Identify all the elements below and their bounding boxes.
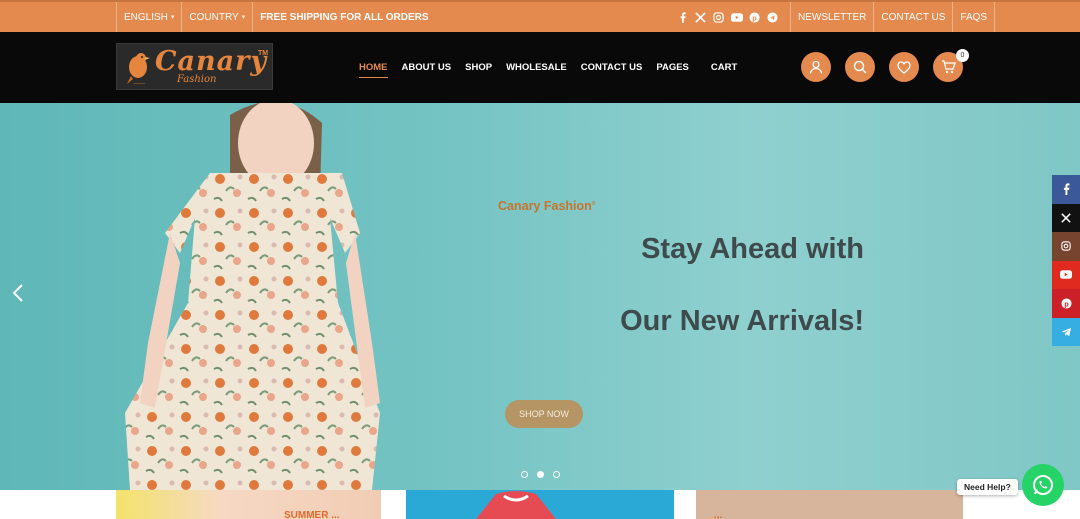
language-label: ENGLISH	[124, 11, 168, 23]
slider-dots	[521, 471, 560, 478]
search-icon	[853, 60, 867, 74]
pinterest-icon[interactable]: p	[748, 11, 761, 24]
country-label: COUNTRY	[189, 11, 239, 23]
side-x-button[interactable]	[1052, 203, 1080, 232]
side-facebook-button[interactable]	[1052, 175, 1080, 204]
nav-shop[interactable]: SHOP	[465, 58, 492, 77]
chevron-down-icon: ▾	[241, 14, 246, 21]
faqs-link[interactable]: FAQS	[953, 2, 996, 32]
slider-dot-1[interactable]	[521, 471, 528, 478]
facebook-icon	[1063, 183, 1069, 196]
card-3-label: ...	[714, 510, 723, 519]
top-social-links: p	[676, 2, 779, 32]
x-icon	[1061, 213, 1071, 223]
instagram-icon[interactable]	[712, 11, 725, 24]
cart-icon	[941, 60, 956, 74]
nav-cart[interactable]: CART	[711, 58, 737, 77]
shipping-notice: FREE SHIPPING FOR ALL ORDERS	[260, 11, 429, 23]
side-telegram-button[interactable]	[1052, 317, 1080, 346]
slider-dot-2[interactable]	[537, 471, 544, 478]
heart-icon	[897, 60, 911, 74]
main-header: Canary Fashion TM HOME ABOUT US SHOP WHO…	[0, 32, 1080, 103]
newsletter-link[interactable]: NEWSLETTER	[791, 2, 875, 32]
main-nav: HOME ABOUT US SHOP WHOLESALE CONTACT US …	[359, 32, 751, 103]
cart-button[interactable]: 0	[933, 49, 969, 82]
telegram-icon[interactable]	[766, 11, 779, 24]
wishlist-button[interactable]	[889, 52, 919, 82]
nav-home[interactable]: HOME	[359, 58, 388, 78]
category-card-3[interactable]: ...	[696, 490, 963, 519]
hero-model-image	[125, 103, 380, 490]
logo-trademark: TM	[258, 50, 269, 57]
hero-brand-registered: ®	[591, 200, 596, 207]
hero-brand-label: Canary Fashion®	[498, 199, 595, 213]
nav-about-us[interactable]: ABOUT US	[402, 58, 452, 77]
category-card-1[interactable]: SUMMER ...	[116, 490, 381, 519]
card-1-label: SUMMER ...	[284, 510, 340, 519]
nav-wholesale[interactable]: WHOLESALE	[506, 58, 567, 77]
slider-dot-3[interactable]	[553, 471, 560, 478]
logo-subtext: Fashion	[177, 74, 217, 85]
whatsapp-button[interactable]	[1022, 464, 1064, 506]
telegram-icon	[1061, 328, 1071, 337]
facebook-icon[interactable]	[676, 11, 689, 24]
side-pinterest-button[interactable]: p	[1052, 289, 1080, 318]
top-bar-right: NEWSLETTER CONTACT US FAQS	[790, 2, 996, 32]
hero-headline-line-1: Stay Ahead with	[641, 233, 864, 265]
shop-now-button[interactable]: SHOP NOW	[505, 400, 583, 428]
nav-contact-us[interactable]: CONTACT US	[581, 58, 643, 77]
user-icon	[809, 60, 823, 74]
logo[interactable]: Canary Fashion TM	[116, 43, 273, 90]
slider-prev-button[interactable]	[10, 283, 26, 303]
whatsapp-icon	[1033, 475, 1053, 495]
contact-us-link[interactable]: CONTACT US	[874, 2, 954, 32]
x-icon[interactable]	[694, 11, 707, 24]
hero-headline-line-2: Our New Arrivals!	[620, 305, 864, 337]
side-instagram-button[interactable]	[1052, 232, 1080, 261]
side-youtube-button[interactable]	[1052, 260, 1080, 289]
svg-text:p: p	[1064, 299, 1069, 308]
youtube-icon	[1060, 270, 1072, 280]
canary-bird-icon	[127, 53, 150, 84]
chevron-down-icon: ▾	[170, 14, 175, 21]
side-social-bar: p	[1052, 175, 1080, 346]
card-2-image	[476, 491, 556, 519]
account-button[interactable]	[801, 52, 831, 82]
country-selector[interactable]: COUNTRY ▾	[182, 2, 254, 32]
logo-text: Canary	[155, 46, 268, 77]
search-button[interactable]	[845, 52, 875, 82]
hero-slider: Canary Fashion® Stay Ahead with Our New …	[0, 103, 1080, 490]
chevron-left-icon	[12, 284, 23, 302]
top-bar-left: ENGLISH ▾ COUNTRY ▾ FREE SHIPPING FOR ALL …	[116, 2, 436, 32]
need-help-tooltip[interactable]: Need Help?	[957, 479, 1018, 495]
youtube-icon[interactable]	[730, 11, 743, 24]
top-bar: ENGLISH ▾ COUNTRY ▾ FREE SHIPPING FOR ALL …	[0, 0, 1080, 32]
instagram-icon	[1061, 241, 1071, 251]
hero-brand-text: Canary Fashion	[498, 199, 592, 213]
language-selector[interactable]: ENGLISH ▾	[117, 2, 183, 32]
header-icons: 0	[801, 49, 969, 82]
nav-pages[interactable]: PAGES	[656, 58, 689, 77]
cart-count-badge: 0	[956, 49, 969, 62]
svg-text:p: p	[752, 13, 757, 22]
pinterest-icon: p	[1060, 298, 1072, 309]
category-cards: SUMMER ... ...	[0, 490, 1080, 519]
category-card-2[interactable]	[406, 490, 674, 519]
